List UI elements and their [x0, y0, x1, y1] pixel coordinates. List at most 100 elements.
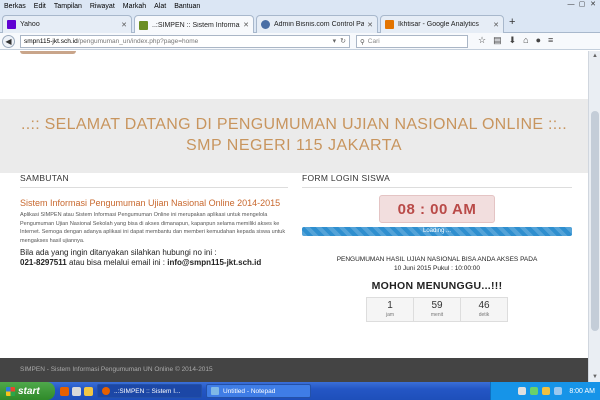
scroll-up-arrow-icon[interactable]: ▲ [589, 51, 600, 61]
scroll-down-arrow-icon[interactable]: ▼ [589, 372, 600, 382]
sambutan-body: Aplikasi SIMPEN atau Sistem Informasi Pe… [20, 212, 286, 245]
navigation-bar: ◀ smpn115-jkt.sch.id/pengumuman_un/index… [0, 33, 600, 50]
network-tray-icon[interactable] [530, 387, 539, 395]
login-section: FORM LOGIN SISWA 08 : 00 AM Loading ... … [302, 173, 572, 322]
banner-title: ..:: SELAMAT DATANG DI PENGUMUMAN UJIAN … [20, 116, 568, 133]
tab-close-icon[interactable]: ✕ [121, 21, 127, 29]
tab-close-icon[interactable]: ✕ [493, 21, 499, 29]
contact-intro: Bila ada yang ingin ditanyakan silahkan … [20, 247, 217, 257]
menu-bar: Berkas Edit Tampilan Riwayat Markah Alat… [0, 0, 600, 13]
countdown-hours-value: 1 [387, 300, 393, 311]
vertical-scrollbar[interactable]: ▲ ▼ [588, 51, 600, 382]
taskbar-button-label: ..:SIMPEN :: Sistem I... [114, 387, 181, 395]
windows-logo-icon [6, 386, 15, 396]
language-tray-icon[interactable] [518, 387, 527, 395]
taskbar-button-label: Untitled - Notepad [223, 387, 276, 395]
quick-launch [60, 386, 93, 396]
dropdown-icon[interactable]: ▾ [333, 37, 337, 45]
menu-berkas[interactable]: Berkas [0, 3, 30, 10]
close-window-icon[interactable]: ✕ [588, 0, 598, 10]
tab-label: Ikhtisar - Google Analytics [398, 21, 479, 28]
taskbar-notepad-window[interactable]: Untitled - Notepad [206, 384, 311, 398]
desktop-launch-icon[interactable] [72, 386, 81, 396]
toolbar-icons: ☆ ▤ ⬇ ⌂ ● ≡ [478, 35, 553, 46]
menu-markah[interactable]: Markah [119, 3, 150, 10]
start-label: start [18, 385, 40, 397]
top-button-stub[interactable] [20, 51, 76, 54]
tab-simpen[interactable]: ..:SIMPEN :: Sistem Informasi... ✕ [134, 15, 254, 34]
url-path: /pengumuman_un/index.php?page=home [77, 38, 199, 45]
clock-display: 08 : 00 AM [379, 195, 495, 223]
maximize-icon[interactable]: ▢ [577, 0, 587, 10]
new-tab-button[interactable]: + [509, 16, 515, 28]
sambutan-contact: Bila ada yang ingin ditanyakan silahkan … [20, 248, 288, 268]
tab-label: Yahoo [20, 21, 40, 28]
minimize-icon[interactable]: — [566, 0, 576, 10]
countdown-hours: 1 jam [367, 298, 414, 321]
search-icon: ⚲ [360, 38, 365, 46]
countdown-seconds: 46 detik [461, 298, 507, 321]
contact-phone: 021-8297511 [20, 257, 67, 267]
taskbar-firefox-window[interactable]: ..:SIMPEN :: Sistem I... [97, 384, 202, 398]
simpen-favicon-icon [139, 20, 148, 30]
start-button[interactable]: start [0, 382, 55, 400]
tab-label: Admin Bisnis.com Control Pan... [274, 21, 365, 28]
chat-icon[interactable]: ● [536, 35, 541, 46]
back-arrow-icon[interactable]: ◀ [2, 34, 15, 48]
menu-icon[interactable]: ≡ [548, 35, 553, 46]
globe-favicon-icon [261, 20, 270, 29]
analytics-favicon-icon [385, 20, 394, 29]
sambutan-section: SAMBUTAN Sistem Informasi Pengumuman Uji… [20, 173, 288, 268]
page-viewport: ..:: SELAMAT DATANG DI PENGUMUMAN UJIAN … [0, 51, 588, 382]
countdown-hours-unit: jam [385, 312, 395, 318]
volume-tray-icon[interactable] [554, 387, 563, 395]
menu-tampilan[interactable]: Tampilan [50, 3, 86, 10]
contact-email[interactable]: info@smpn115-jkt.sch.id [167, 258, 261, 267]
bookmarks-list-icon[interactable]: ▤ [493, 35, 502, 46]
tab-google-analytics[interactable]: Ikhtisar - Google Analytics ✕ [380, 15, 504, 33]
tab-yahoo[interactable]: Yahoo ✕ [2, 15, 132, 33]
tab-label: ..:SIMPEN :: Sistem Informasi... [152, 21, 240, 29]
sambutan-title: Sistem Informasi Pengumuman Ujian Nasion… [20, 198, 281, 208]
countdown-seconds-unit: detik [478, 312, 490, 318]
reload-icon[interactable]: ↻ [340, 37, 346, 45]
search-bar[interactable]: ⚲ Cari [356, 35, 468, 48]
system-tray: 8:00 AM [490, 382, 600, 400]
home-icon[interactable]: ⌂ [523, 35, 528, 46]
search-placeholder: Cari [367, 38, 380, 45]
tab-strip: Yahoo ✕ ..:SIMPEN :: Sistem Informasi...… [0, 13, 600, 34]
folder-launch-icon[interactable] [84, 386, 93, 396]
countdown-minutes-unit: menit [430, 312, 444, 318]
firefox-launch-icon[interactable] [60, 386, 69, 396]
countdown-minutes: 59 menit [414, 298, 461, 321]
welcome-banner: ..:: SELAMAT DATANG DI PENGUMUMAN UJIAN … [0, 99, 588, 173]
screen: Berkas Edit Tampilan Riwayat Markah Alat… [0, 0, 600, 400]
countdown-minutes-value: 59 [431, 300, 443, 311]
clock-time: 8:00 AM [569, 387, 595, 395]
security-tray-icon[interactable] [542, 387, 551, 395]
menu-riwayat[interactable]: Riwayat [86, 3, 119, 10]
tab-close-icon[interactable]: ✕ [243, 21, 249, 29]
login-heading: FORM LOGIN SISWA [302, 173, 572, 188]
countdown-seconds-value: 46 [478, 300, 490, 311]
wait-message: MOHON MENUNGGU...!!! [371, 280, 503, 292]
tab-admin-bisnis[interactable]: Admin Bisnis.com Control Pan... ✕ [256, 15, 378, 33]
announcement: PENGUMUMAN HASIL UJIAN NASIONAL BISA AND… [302, 255, 572, 273]
menu-edit[interactable]: Edit [30, 3, 50, 10]
url-bar[interactable]: smpn115-jkt.sch.id/pengumuman_un/index.p… [20, 35, 350, 48]
menu-alat[interactable]: Alat [150, 3, 170, 10]
menu-bantuan[interactable]: Bantuan [170, 3, 204, 10]
download-icon[interactable]: ⬇ [509, 35, 517, 46]
taskbar: start ..:SIMPEN :: Sistem I... Untitled … [0, 382, 600, 400]
firefox-icon [102, 387, 110, 395]
sambutan-heading: SAMBUTAN [20, 173, 288, 188]
notepad-icon [211, 387, 219, 395]
bookmark-star-icon[interactable]: ☆ [478, 35, 486, 46]
scroll-thumb[interactable] [591, 111, 599, 331]
announcement-line1: PENGUMUMAN HASIL UJIAN NASIONAL BISA AND… [336, 256, 538, 263]
window-controls: — ▢ ✕ [566, 0, 598, 10]
url-host: smpn115-jkt.sch.id [24, 38, 78, 45]
tab-close-icon[interactable]: ✕ [367, 21, 373, 29]
contact-mid: atau bisa melalui email ini : [66, 257, 168, 267]
yahoo-favicon-icon [7, 20, 16, 29]
